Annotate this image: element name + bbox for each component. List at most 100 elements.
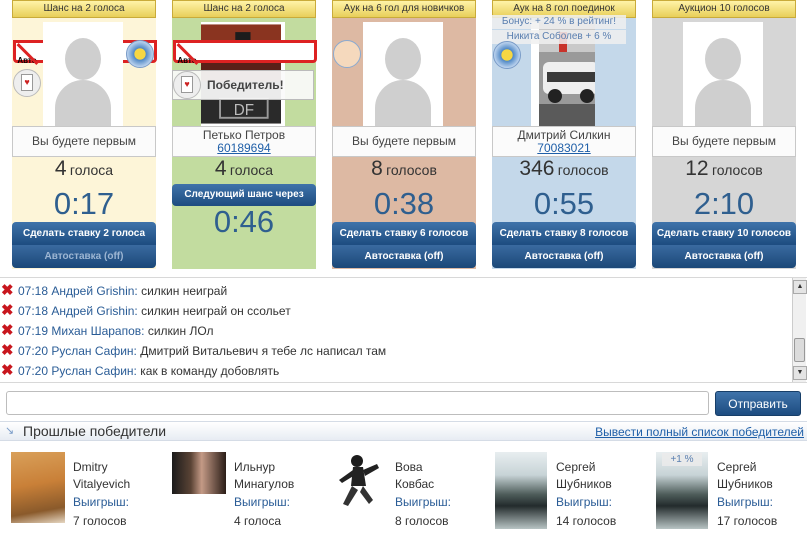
winner-first-name[interactable]: Вова <box>395 459 480 476</box>
auction-card-5: Аукцион 10 голосов Вы будете первым 12 г… <box>652 0 796 269</box>
message-text: силкин неиграй он ссольет <box>141 304 291 318</box>
message-author[interactable]: Андрей Grishin: <box>51 284 137 298</box>
avatar-placeholder-icon <box>363 22 443 126</box>
player-photo <box>43 22 123 126</box>
leader-box: Вы будете первым <box>652 126 796 157</box>
delete-icon[interactable]: ✖ <box>1 283 14 298</box>
autobid-toggle[interactable]: Автоставка (off) <box>652 245 796 268</box>
winner-item[interactable]: Ильнур Минагулов Выигрыш: 4 голоса <box>161 450 321 540</box>
delete-icon[interactable]: ✖ <box>1 363 14 378</box>
autobid-toggle[interactable]: Автоставка (off) <box>332 245 476 268</box>
winner-photo[interactable] <box>172 452 226 494</box>
message-text: силкин неиграй <box>141 284 228 298</box>
win-label: Выигрыш: <box>395 495 451 509</box>
playing-card-icon: ♥ <box>173 71 201 99</box>
delete-icon[interactable]: ✖ <box>1 303 14 318</box>
delete-icon[interactable]: ✖ <box>1 343 14 358</box>
winner-photo[interactable] <box>495 452 547 529</box>
all-winners-link[interactable]: Вывести полный список победителей <box>595 425 804 439</box>
auction-card-1: Шанс на 2 голоса Авто ♥ Вы будете первым… <box>12 0 157 269</box>
message-time: 07:18 <box>18 284 49 298</box>
winner-photo[interactable]: +1 % <box>656 452 708 529</box>
chat-message: ✖ 07:18 Андрей Grishin: силкин неиграй о… <box>0 302 790 320</box>
next-chance-label: Следующий шанс через <box>172 184 316 206</box>
auction-card-3: Аук на 6 гол для новичков Вы будете перв… <box>332 0 476 269</box>
winner-last-name[interactable]: Шубников <box>717 476 802 493</box>
delete-icon[interactable]: ✖ <box>1 323 14 338</box>
card-header: Аукцион 10 голосов <box>652 0 796 18</box>
countdown-timer: 0:55 <box>533 186 595 221</box>
chat-input[interactable] <box>6 391 709 415</box>
past-winners-bar: ↘ Прошлые победители Вывести полный спис… <box>0 421 807 441</box>
no-auto-icon: Авто <box>173 40 317 65</box>
message-time: 07:18 <box>18 304 49 318</box>
message-author[interactable]: Михан Шарапов: <box>51 324 144 338</box>
win-label: Выигрыш: <box>234 495 290 509</box>
message-time: 07:20 <box>18 344 49 358</box>
bid-button[interactable]: Сделать ставку 8 голосов <box>492 222 636 245</box>
arrow-icon: ↘ <box>5 425 15 437</box>
gear-badge-icon <box>126 40 154 68</box>
winner-photo[interactable] <box>11 452 65 523</box>
winner-photo[interactable] <box>333 452 387 512</box>
message-author[interactable]: Андрей Grishin: <box>51 304 137 318</box>
winner-last-name[interactable]: Минагулов <box>234 476 319 493</box>
votes: 12 голосов <box>685 157 763 180</box>
countdown-timer: 0:46 <box>213 204 275 239</box>
win-amount: 17 голосов <box>717 514 778 528</box>
winner-item[interactable]: +1 % Сергей Шубников Выигрыш: 17 голосов <box>644 450 804 540</box>
send-button[interactable]: Отправить <box>715 391 801 416</box>
player-photo <box>363 22 443 126</box>
message-author[interactable]: Руслан Сафин: <box>51 364 137 378</box>
chat-input-row: Отправить <box>0 385 807 421</box>
auction-card-4: Аук на 8 гол поединок Бонус: + 24 % в ре… <box>492 0 636 269</box>
leader-box: Дмитрий Силкин 70083021 <box>492 126 636 157</box>
scroll-up-icon[interactable]: ▲ <box>793 280 807 294</box>
chat-scrollbar[interactable]: ▲ ▼ <box>792 278 807 382</box>
winner-first-name[interactable]: Dmitry <box>73 459 158 476</box>
leader-box: Петько Петров 60189694 <box>172 126 316 157</box>
autobid-toggle[interactable]: Автоставка (off) <box>492 245 636 268</box>
winner-last-name[interactable]: Vitalyevich <box>73 476 158 493</box>
votes: 4 голоса <box>214 157 274 180</box>
win-label: Выигрыш: <box>717 495 773 509</box>
gear-badge-icon <box>493 41 521 69</box>
win-amount: 8 голосов <box>395 514 449 528</box>
card-header: Шанс на 2 голоса <box>172 0 316 18</box>
winner-first-name[interactable]: Сергей <box>556 459 641 476</box>
winner-last-name[interactable]: Шубников <box>556 476 641 493</box>
message-author[interactable]: Руслан Сафин: <box>51 344 137 358</box>
bid-button[interactable]: Сделать ставку 10 голосов <box>652 222 796 245</box>
message-text: Дмитрий Витальевич я тебе лс написал там <box>140 344 387 358</box>
winner-item[interactable]: Dmitry Vitalyevich Выигрыш: 7 голосов <box>0 450 160 540</box>
player-id-link[interactable]: 60189694 <box>173 142 315 155</box>
message-time: 07:20 <box>18 364 49 378</box>
winner-first-name[interactable]: Сергей <box>717 459 802 476</box>
player-id-link[interactable]: 70083021 <box>493 142 635 155</box>
bonus-badge: +1 % <box>662 453 702 466</box>
bid-button[interactable]: Сделать ставку 2 голоса <box>12 222 156 245</box>
bid-button[interactable]: Сделать ставку 6 голосов <box>332 222 476 245</box>
votes: 4 голоса <box>54 157 114 180</box>
chat-message: ✖ 07:19 Михан Шарапов: силкин ЛОл <box>0 322 790 340</box>
chat-message: ✖ 07:20 Руслан Сафин: как в команду добо… <box>0 362 790 380</box>
scroll-down-icon[interactable]: ▼ <box>793 366 807 380</box>
winner-item[interactable]: Вова Ковбас Выигрыш: 8 голосов <box>322 450 482 540</box>
votes: 8 голосов <box>371 157 437 180</box>
avatar-placeholder-icon <box>683 22 763 126</box>
autobid-toggle[interactable]: Автоставка (off) <box>12 245 156 268</box>
avatar-placeholder-icon <box>43 22 123 126</box>
winner-first-name[interactable]: Ильнур <box>234 459 319 476</box>
card-header: Шанс на 2 голоса <box>12 0 156 18</box>
win-amount: 14 голосов <box>556 514 617 528</box>
leader-box: Вы будете первым <box>332 126 476 157</box>
scroll-thumb[interactable] <box>794 338 805 362</box>
winner-last-name[interactable]: Ковбас <box>395 476 480 493</box>
winner-item[interactable]: Сергей Шубников Выигрыш: 14 голосов <box>483 450 643 540</box>
bonus-rating: Бонус: + 24 % в рейтинг! <box>492 15 626 29</box>
past-winners-list: Dmitry Vitalyevich Выигрыш: 7 голосов Ил… <box>0 442 807 543</box>
countdown-timer: 0:38 <box>373 186 435 221</box>
chat-message: ✖ 07:18 Андрей Grishin: силкин неиграй <box>0 282 790 300</box>
chat-message: ✖ 07:20 Руслан Сафин: Дмитрий Витальевич… <box>0 342 790 360</box>
player-photo <box>683 22 763 126</box>
